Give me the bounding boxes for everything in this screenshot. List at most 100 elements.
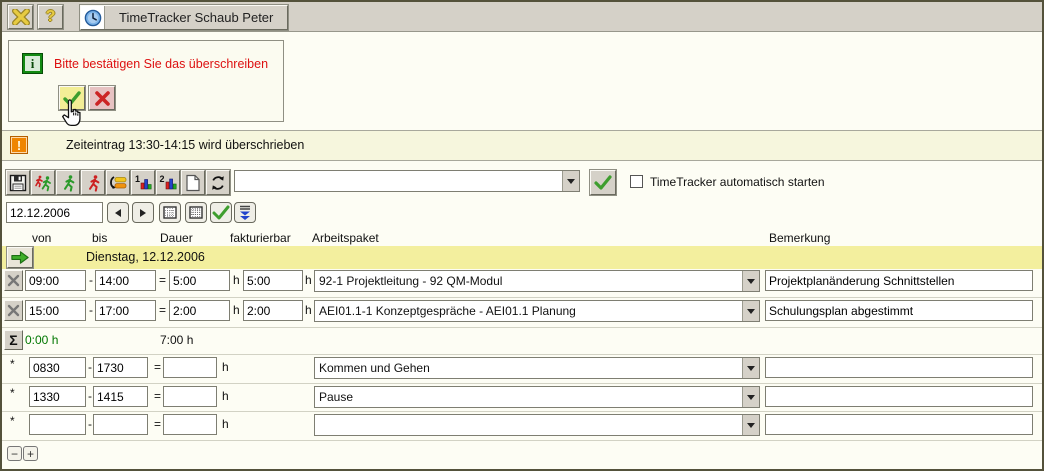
column-header-bis: bis [92, 231, 107, 245]
date-input[interactable] [6, 202, 103, 223]
calendar-grid-icon [189, 206, 203, 219]
warning-icon: ! [10, 136, 28, 154]
von-input[interactable] [29, 414, 86, 435]
bis-input[interactable] [95, 300, 156, 321]
row-marker: * [10, 386, 15, 400]
chevron-down-icon[interactable] [742, 271, 759, 291]
column-header-von: von [32, 231, 51, 245]
x-icon [7, 274, 20, 287]
bemerkung-input[interactable] [765, 386, 1033, 407]
bemerkung-input[interactable] [765, 270, 1033, 291]
autostart-checkbox[interactable] [630, 175, 643, 188]
delete-row-button[interactable] [4, 270, 23, 291]
bis-input[interactable] [93, 386, 148, 407]
confirm-button[interactable] [59, 86, 85, 110]
bemerkung-input[interactable] [765, 300, 1033, 321]
punch-type-combobox[interactable] [314, 414, 760, 436]
refresh-icon [209, 174, 227, 192]
day-row: Dienstag, 12.12.2006 [2, 246, 1042, 269]
bemerkung-input[interactable] [765, 414, 1033, 435]
start-tracking-button[interactable] [56, 170, 80, 195]
punch-type-combobox[interactable]: Pause [314, 386, 760, 408]
day-label: Dienstag, 12.12.2006 [86, 250, 205, 264]
prev-day-button[interactable] [107, 202, 129, 223]
dauer-input[interactable] [163, 414, 217, 435]
punch-row: * - = h Pause [2, 386, 1042, 410]
calendar-icon [163, 206, 177, 219]
apply-project-button[interactable] [590, 170, 616, 195]
arbeitspaket-combobox[interactable]: AEI01.1-1 Konzeptgespräche - AEI01.1 Pla… [314, 300, 760, 322]
help-button[interactable]: ? [38, 5, 63, 29]
add-row-button[interactable]: + [23, 446, 38, 461]
report1-button[interactable]: 1 [131, 170, 155, 195]
arrow-left-icon [114, 208, 122, 218]
report2-button[interactable]: 2 [156, 170, 180, 195]
dauer-input[interactable] [169, 300, 230, 321]
hour-label: h [233, 273, 240, 287]
hour-label: h [222, 360, 229, 374]
calendar-week-button[interactable] [185, 202, 207, 223]
save-button[interactable] [6, 170, 30, 195]
punch-type-combobox[interactable]: Kommen und Gehen [314, 357, 760, 379]
von-input[interactable] [29, 386, 86, 407]
hour-label: h [222, 417, 229, 431]
chevron-down-icon[interactable] [742, 358, 759, 378]
von-input[interactable] [25, 270, 86, 291]
window-close-button[interactable] [8, 5, 33, 29]
arbeitspaket-value: AEI01.1-1 Konzeptgespräche - AEI01.1 Pla… [315, 301, 742, 321]
chevron-down-icon[interactable] [562, 171, 579, 191]
bars-icon [109, 175, 128, 191]
chart1-icon: 1 [134, 174, 152, 191]
bis-input[interactable] [93, 357, 148, 378]
confirm-dialog: i Bitte bestätigen Sie das überschreiben [8, 40, 284, 122]
bemerkung-input[interactable] [765, 357, 1033, 378]
chevron-down-icon[interactable] [742, 301, 759, 321]
dauer-input[interactable] [163, 386, 217, 407]
timebar-report-button[interactable] [106, 170, 130, 195]
dash-label: - [89, 303, 93, 317]
arbeitspaket-value: 92-1 Projektleitung - 92 QM-Modul [315, 271, 742, 291]
title-bar: ? TimeTracker Schaub Peter [2, 2, 1042, 32]
bis-input[interactable] [93, 414, 148, 435]
minus-icon: − [11, 448, 18, 460]
save-icon [9, 174, 27, 192]
von-input[interactable] [25, 300, 86, 321]
day-forward-button[interactable] [7, 247, 33, 268]
project-combobox[interactable] [234, 170, 580, 192]
new-entry-button[interactable] [181, 170, 205, 195]
refresh-button[interactable] [206, 170, 230, 195]
row-marker: * [10, 414, 15, 428]
fakturierbar-input[interactable] [243, 270, 303, 291]
next-day-button[interactable] [132, 202, 154, 223]
calendar-button[interactable] [159, 202, 181, 223]
equals-label: = [159, 273, 166, 287]
chevron-down-icon[interactable] [742, 415, 759, 435]
chevron-down-icon[interactable] [742, 387, 759, 407]
bis-input[interactable] [95, 270, 156, 291]
app-tab[interactable]: TimeTracker Schaub Peter [80, 5, 288, 30]
cancel-button[interactable] [89, 86, 115, 110]
x-icon [94, 91, 111, 106]
dash-label: - [88, 360, 92, 374]
confirm-date-button[interactable] [210, 202, 232, 223]
delete-row-button[interactable] [4, 300, 23, 321]
dauer-input[interactable] [163, 357, 217, 378]
hour-label: h [305, 303, 312, 317]
dauer-input[interactable] [169, 270, 230, 291]
svg-text:1: 1 [135, 174, 140, 184]
green-runner-icon [60, 174, 77, 192]
autostart-label: TimeTracker automatisch starten [650, 175, 825, 189]
assign-user-button[interactable] [31, 170, 55, 195]
two-runners-icon [34, 174, 53, 192]
von-input[interactable] [29, 357, 86, 378]
remove-row-button[interactable]: − [7, 446, 22, 461]
hour-label: h [233, 303, 240, 317]
arbeitspaket-combobox[interactable]: 92-1 Projektleitung - 92 QM-Modul [314, 270, 760, 292]
date-bar [2, 200, 1042, 228]
goto-latest-button[interactable] [234, 202, 256, 223]
stop-tracking-button[interactable] [81, 170, 105, 195]
punch-type-value: Pause [315, 387, 742, 407]
row-separator [2, 383, 1042, 384]
fakturierbar-input[interactable] [243, 300, 303, 321]
punch-row: * - = h Kommen und Gehen [2, 357, 1042, 381]
